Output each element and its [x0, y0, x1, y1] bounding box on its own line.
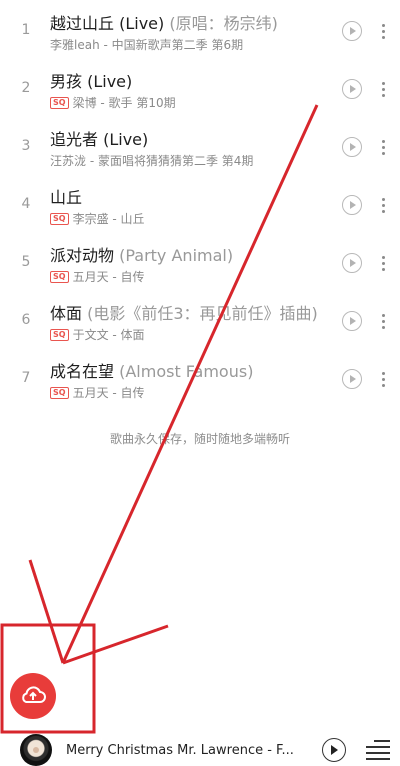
song-subtitle: 汪苏泷 - 蒙面唱将猜猜猜第二季 第4期	[50, 152, 253, 169]
more-vertical-icon[interactable]	[380, 80, 388, 98]
song-index: 5	[21, 254, 31, 270]
footer-note: 歌曲永久保存，随时随地多端畅听	[109, 432, 290, 446]
song-title-extra: (原唱：杨宗纬)	[164, 14, 278, 33]
play-circle-icon[interactable]	[342, 369, 362, 389]
song-title-main: 越过山丘 (Live)	[50, 14, 165, 33]
song-row[interactable]: 5 派对动物 (Party Animal) SQ 五月天 - 自传	[0, 232, 400, 290]
sq-badge: SQ	[50, 386, 69, 399]
song-artist-album: 于文文 - 体面	[72, 328, 145, 342]
song-row[interactable]: 6 体面 (电影《前任3：再见前任》插曲) SQ 于文文 - 体面	[0, 290, 400, 348]
song-artist-album: 汪苏泷 - 蒙面唱将猜猜猜第二季 第4期	[50, 154, 254, 168]
playlist-icon[interactable]	[366, 738, 390, 760]
song-index: 3	[21, 138, 31, 154]
song-title: 追光者 (Live)	[50, 126, 148, 150]
annotation-arrow-head-left	[28, 559, 65, 664]
play-circle-icon[interactable]	[342, 253, 362, 273]
song-title-extra: (电影《前任3：再见前任》插曲)	[82, 304, 318, 323]
cloud-upload-button[interactable]	[10, 673, 56, 719]
song-index: 4	[21, 196, 31, 212]
song-title-extra: (Almost Famous)	[114, 362, 254, 381]
song-title: 山丘	[50, 184, 82, 208]
mini-player[interactable]: Merry Christmas Mr. Lawrence - F...	[0, 728, 400, 766]
song-title-main: 成名在望	[50, 362, 115, 381]
song-title-main: 追光者 (Live)	[50, 130, 149, 149]
song-title-extra: (Party Animal)	[114, 246, 234, 265]
song-subtitle: SQ 于文文 - 体面	[50, 326, 145, 343]
song-index: 2	[21, 80, 31, 96]
song-row[interactable]: 1 越过山丘 (Live) (原唱：杨宗纬) 李雅leah - 中国新歌声第二季…	[0, 0, 400, 58]
more-vertical-icon[interactable]	[380, 196, 388, 214]
song-row[interactable]: 2 男孩 (Live) SQ 梁博 - 歌手 第10期	[0, 58, 400, 116]
song-row[interactable]: 3 追光者 (Live) 汪苏泷 - 蒙面唱将猜猜猜第二季 第4期	[0, 116, 400, 174]
song-title: 体面 (电影《前任3：再见前任》插曲)	[50, 300, 318, 324]
play-circle-icon[interactable]	[342, 195, 362, 215]
song-title: 越过山丘 (Live) (原唱：杨宗纬)	[50, 10, 278, 34]
song-title-main: 派对动物	[50, 246, 115, 265]
more-vertical-icon[interactable]	[380, 254, 388, 272]
song-title-main: 男孩 (Live)	[50, 72, 133, 91]
song-title-main: 山丘	[50, 188, 83, 207]
cloud-upload-icon	[22, 686, 46, 703]
album-art[interactable]	[20, 734, 52, 766]
song-artist-album: 五月天 - 自传	[72, 386, 145, 400]
now-playing-title[interactable]: Merry Christmas Mr. Lawrence - F...	[66, 743, 314, 758]
song-index: 6	[21, 312, 31, 328]
play-circle-icon[interactable]	[342, 21, 362, 41]
song-artist-album: 李宗盛 - 山丘	[72, 212, 145, 226]
song-title: 成名在望 (Almost Famous)	[50, 358, 253, 382]
song-subtitle: SQ 梁博 - 歌手 第10期	[50, 94, 176, 111]
song-row[interactable]: 4 山丘 SQ 李宗盛 - 山丘	[0, 174, 400, 232]
song-title: 派对动物 (Party Animal)	[50, 242, 233, 266]
more-vertical-icon[interactable]	[380, 22, 388, 40]
song-index: 1	[21, 22, 31, 38]
song-title-main: 体面	[50, 304, 83, 323]
play-circle-icon[interactable]	[342, 137, 362, 157]
song-artist-album: 五月天 - 自传	[72, 270, 145, 284]
song-artist-album: 梁博 - 歌手 第10期	[72, 96, 176, 110]
sq-badge: SQ	[50, 96, 69, 109]
sq-badge: SQ	[50, 212, 69, 225]
more-vertical-icon[interactable]	[380, 312, 388, 330]
song-title: 男孩 (Live)	[50, 68, 132, 92]
song-subtitle: 李雅leah - 中国新歌声第二季 第6期	[50, 36, 243, 53]
song-row[interactable]: 7 成名在望 (Almost Famous) SQ 五月天 - 自传	[0, 348, 400, 406]
song-subtitle: SQ 李宗盛 - 山丘	[50, 210, 145, 227]
sq-badge: SQ	[50, 328, 69, 341]
song-subtitle: SQ 五月天 - 自传	[50, 268, 145, 285]
annotation-arrow-head-right	[62, 624, 169, 665]
play-circle-icon[interactable]	[342, 311, 362, 331]
song-artist-album: 李雅leah - 中国新歌声第二季 第6期	[50, 38, 244, 52]
more-vertical-icon[interactable]	[380, 370, 388, 388]
play-circle-icon[interactable]	[342, 79, 362, 99]
more-vertical-icon[interactable]	[380, 138, 388, 156]
song-subtitle: SQ 五月天 - 自传	[50, 384, 145, 401]
sq-badge: SQ	[50, 270, 69, 283]
song-index: 7	[21, 370, 31, 386]
play-icon[interactable]	[322, 738, 346, 762]
